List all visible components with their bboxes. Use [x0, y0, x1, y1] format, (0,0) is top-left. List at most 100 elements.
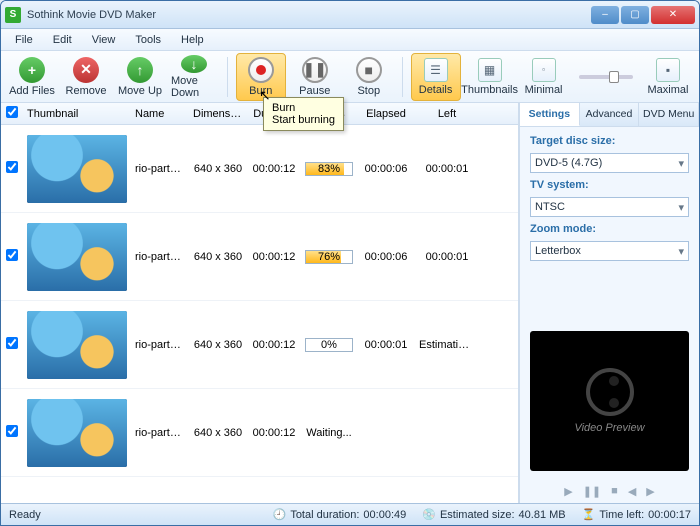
pause-icon: ❚❚ [302, 57, 328, 83]
minimal-zoom-button[interactable]: ▫Minimal [519, 53, 569, 101]
next-button[interactable]: ▶ [646, 485, 654, 498]
remove-icon: ✕ [73, 57, 99, 83]
player-stop-button[interactable]: ■ [611, 485, 618, 497]
settings-form: Target disc size: DVD-5 (4.7G)▾ TV syste… [520, 127, 699, 269]
cell-duration: 00:00:12 [247, 251, 301, 263]
header-elapsed[interactable]: Elapsed [357, 108, 415, 120]
cell-elapsed: 00:00:01 [357, 339, 415, 351]
chevron-down-icon: ▾ [678, 157, 684, 170]
header-name[interactable]: Name [131, 108, 189, 120]
cell-left: Estimating... [415, 339, 479, 351]
clock-icon: 🕘 [273, 508, 287, 521]
cell-duration: 00:00:12 [247, 163, 301, 175]
row-checkbox[interactable] [6, 337, 18, 349]
table-row[interactable]: rio-part4.m...640 x 36000:00:12Waiting..… [1, 389, 518, 477]
window-title: Sothink Movie DVD Maker [27, 9, 591, 21]
cell-name: rio-part4.m... [131, 427, 189, 439]
thumbnails-icon: ▦ [478, 58, 502, 82]
close-button[interactable]: ✕ [651, 6, 695, 24]
tv-system-select[interactable]: NTSC▾ [530, 197, 689, 217]
player-controls: ▶ ❚❚ ■ ◀ ▶ [520, 479, 699, 503]
cell-name: rio-part1.m... [131, 163, 189, 175]
table-row[interactable]: rio-part1.m...640 x 36000:00:12 83% 00:00:… [1, 125, 518, 213]
stop-button[interactable]: ■Stop [344, 53, 394, 101]
cell-dimension: 640 x 360 [189, 163, 247, 175]
add-files-button[interactable]: +Add Files [7, 53, 57, 101]
remove-button[interactable]: ✕Remove [61, 53, 111, 101]
pause-button[interactable]: ❚❚Pause [290, 53, 340, 101]
minimize-button[interactable]: – [591, 6, 619, 24]
file-list: Thumbnail Name Dimension Duration Status… [1, 103, 519, 503]
maximal-zoom-button[interactable]: ▪Maximal [643, 53, 693, 101]
cell-status: 0% [301, 338, 357, 352]
row-checkbox[interactable] [6, 161, 18, 173]
list-header: Thumbnail Name Dimension Duration Status… [1, 103, 518, 125]
status-duration: 🕘Total duration: 00:00:49 [273, 508, 407, 521]
main-body: Thumbnail Name Dimension Duration Status… [1, 103, 699, 503]
stop-icon: ■ [356, 57, 382, 83]
toolbar: +Add Files ✕Remove ↑Move Up ↓Move Down B… [1, 51, 699, 103]
target-disc-select[interactable]: DVD-5 (4.7G)▾ [530, 153, 689, 173]
zoom-slider[interactable] [579, 75, 633, 79]
record-icon [248, 57, 274, 83]
player-pause-button[interactable]: ❚❚ [583, 485, 601, 498]
progress-bar: 76% [305, 250, 353, 264]
progress-bar: 83% [305, 162, 353, 176]
zoom-mode-select[interactable]: Letterbox▾ [530, 241, 689, 261]
menu-edit[interactable]: Edit [45, 32, 80, 48]
header-thumbnail[interactable]: Thumbnail [23, 108, 131, 120]
play-button[interactable]: ▶ [564, 485, 572, 498]
menu-view[interactable]: View [84, 32, 124, 48]
titlebar: S Sothink Movie DVD Maker – ▢ ✕ [1, 1, 699, 29]
table-row[interactable]: rio-part3.m...640 x 36000:00:120%00:00:0… [1, 301, 518, 389]
thumbnails-view-button[interactable]: ▦Thumbnails [465, 53, 515, 101]
cell-dimension: 640 x 360 [189, 251, 247, 263]
menu-file[interactable]: File [7, 32, 41, 48]
row-checkbox[interactable] [6, 249, 18, 261]
burn-tooltip: Burn Start burning [263, 97, 344, 131]
chevron-down-icon: ▾ [678, 245, 684, 258]
minimal-icon: ▫ [532, 58, 556, 82]
preview-label: Video Preview [574, 422, 644, 434]
header-dimension[interactable]: Dimension [189, 108, 247, 120]
tab-settings[interactable]: Settings [520, 103, 580, 126]
row-checkbox[interactable] [6, 425, 18, 437]
side-tabs: Settings Advanced DVD Menu [520, 103, 699, 127]
toolbar-separator [402, 57, 403, 97]
thumbnail-image [27, 399, 127, 467]
move-up-button[interactable]: ↑Move Up [115, 53, 165, 101]
side-panel: Settings Advanced DVD Menu Target disc s… [519, 103, 699, 503]
cell-duration: 00:00:12 [247, 339, 301, 351]
cell-dimension: 640 x 360 [189, 339, 247, 351]
thumbnail-image [27, 311, 127, 379]
cell-duration: 00:00:12 [247, 427, 301, 439]
tooltip-title: Burn [272, 102, 335, 114]
menu-tools[interactable]: Tools [127, 32, 169, 48]
video-preview: Video Preview [530, 331, 689, 471]
toolbar-separator [227, 57, 228, 97]
cell-dimension: 640 x 360 [189, 427, 247, 439]
status-ready: Ready [9, 509, 41, 521]
tab-advanced[interactable]: Advanced [580, 103, 640, 126]
cell-elapsed: 00:00:06 [357, 251, 415, 263]
list-rows: rio-part1.m...640 x 36000:00:1283%00:00:… [1, 125, 518, 503]
tab-dvd-menu[interactable]: DVD Menu [639, 103, 699, 126]
prev-button[interactable]: ◀ [628, 485, 636, 498]
target-disc-label: Target disc size: [530, 135, 689, 147]
tv-system-label: TV system: [530, 179, 689, 191]
maximize-button[interactable]: ▢ [621, 6, 649, 24]
table-row[interactable]: rio-part2.m...640 x 36000:00:12 76% 00:00:… [1, 213, 518, 301]
chevron-down-icon: ▾ [678, 201, 684, 214]
up-arrow-icon: ↑ [127, 57, 153, 83]
cell-name: rio-part2.m... [131, 251, 189, 263]
cell-elapsed: 00:00:06 [357, 163, 415, 175]
cursor-icon: ↖ [259, 87, 271, 104]
move-down-button[interactable]: ↓Move Down [169, 53, 219, 101]
menu-help[interactable]: Help [173, 32, 212, 48]
details-view-button[interactable]: ☰Details [411, 53, 461, 101]
header-left[interactable]: Left [415, 108, 479, 120]
app-icon: S [5, 7, 21, 23]
slider-knob[interactable] [609, 71, 619, 83]
header-checkbox[interactable] [1, 106, 23, 121]
disc-icon: 💿 [422, 508, 436, 521]
